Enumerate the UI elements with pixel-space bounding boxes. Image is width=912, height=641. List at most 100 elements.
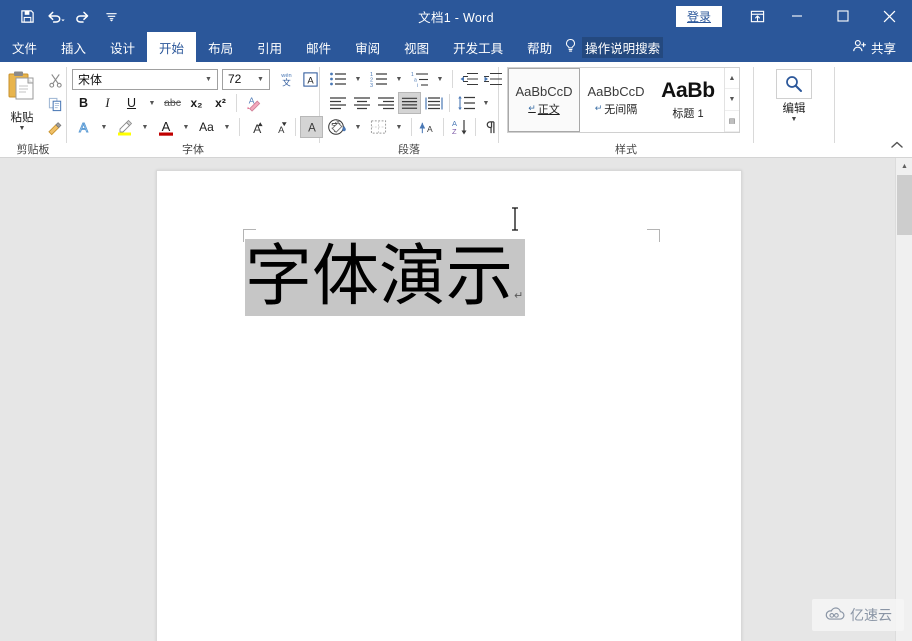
underline-dropdown-caret[interactable]: ▼ xyxy=(144,92,160,114)
italic-button[interactable]: I xyxy=(96,92,119,114)
svg-text:A: A xyxy=(79,120,88,135)
text-effects-icon[interactable]: A xyxy=(72,116,95,138)
scroll-up-icon[interactable]: ▲ xyxy=(896,158,912,175)
gallery-more-icon[interactable]: ▤ xyxy=(725,111,739,132)
word-window: 文档1 - Word 登录 文件 插入 设计 开始 布局 引用 邮件 审阅 视图… xyxy=(0,0,912,641)
paste-icon xyxy=(5,69,39,108)
clear-formatting-icon[interactable]: A xyxy=(241,92,264,114)
tab-help[interactable]: 帮助 xyxy=(515,32,564,62)
customize-qat-icon[interactable] xyxy=(98,4,124,28)
font-color-caret[interactable]: ▼ xyxy=(178,116,194,138)
superscript-button[interactable]: x² xyxy=(209,92,232,114)
subscript-button[interactable]: x₂ xyxy=(185,92,208,114)
quick-access-toolbar xyxy=(0,4,124,28)
collapse-ribbon-icon[interactable] xyxy=(890,140,904,152)
ribbon-display-options-icon[interactable] xyxy=(740,0,774,32)
editing-dropdown-caret[interactable]: ▼ xyxy=(791,117,798,123)
tab-references[interactable]: 引用 xyxy=(245,32,294,62)
align-left-icon[interactable] xyxy=(326,92,349,114)
highlight-color-icon[interactable] xyxy=(113,116,136,138)
chevron-down-icon[interactable]: ▼ xyxy=(202,76,215,83)
line-spacing-caret[interactable]: ▼ xyxy=(478,92,494,114)
align-right-icon[interactable] xyxy=(374,92,397,114)
ribbon: 粘贴 ▼ 剪贴板 xyxy=(0,62,912,158)
borders-caret[interactable]: ▼ xyxy=(391,116,407,138)
font-name-combo[interactable]: 宋体 ▼ xyxy=(72,69,218,90)
tab-developer[interactable]: 开发工具 xyxy=(441,32,515,62)
group-label-font: 字体 xyxy=(67,140,319,158)
numbering-icon[interactable]: 123 xyxy=(367,68,390,90)
font-color-icon[interactable]: A xyxy=(154,116,177,138)
svg-text:A: A xyxy=(452,119,457,128)
numbering-caret[interactable]: ▼ xyxy=(391,68,407,90)
cut-icon[interactable] xyxy=(44,70,66,91)
scrollbar-thumb[interactable] xyxy=(897,175,912,235)
multilevel-caret[interactable]: ▼ xyxy=(432,68,448,90)
change-case-caret[interactable]: ▼ xyxy=(219,116,235,138)
style-item-heading1[interactable]: AaBb 标题 1 xyxy=(652,68,724,132)
multilevel-list-icon[interactable]: 1ai xyxy=(408,68,431,90)
redo-icon[interactable] xyxy=(70,4,96,28)
tab-layout[interactable]: 布局 xyxy=(196,32,245,62)
chevron-down-icon[interactable]: ▼ xyxy=(254,76,267,83)
document-page[interactable]: 字体演示 ↵ xyxy=(156,170,742,641)
tab-file[interactable]: 文件 xyxy=(0,32,49,62)
document-text: 字体演示 xyxy=(245,241,513,312)
vertical-scrollbar[interactable]: ▲ xyxy=(895,158,912,641)
editing-button[interactable]: 编辑 ▼ xyxy=(766,65,822,123)
save-icon[interactable] xyxy=(14,4,40,28)
maximize-button[interactable] xyxy=(820,0,866,32)
underline-button[interactable]: U xyxy=(120,92,143,114)
gallery-scroll-down-icon[interactable]: ▼ xyxy=(725,89,739,110)
minimize-button[interactable] xyxy=(774,0,820,32)
editing-label: 编辑 xyxy=(783,100,806,116)
share-button[interactable]: 共享 xyxy=(852,32,912,62)
bullets-caret[interactable]: ▼ xyxy=(350,68,366,90)
tab-review[interactable]: 审阅 xyxy=(343,32,392,62)
group-label-paragraph: 段落 xyxy=(320,140,498,158)
paragraph-shading-icon[interactable] xyxy=(326,116,349,138)
style-item-no-spacing[interactable]: AaBbCcD ↵ 无间隔 xyxy=(580,68,652,132)
tab-mailings[interactable]: 邮件 xyxy=(294,32,343,62)
format-painter-icon[interactable] xyxy=(44,118,66,139)
phonetic-guide-icon[interactable]: wén文 xyxy=(275,68,298,90)
bold-button[interactable]: B xyxy=(72,92,95,114)
character-border-icon[interactable]: A xyxy=(299,68,322,90)
group-paragraph: ▼ 123 ▼ 1ai ▼ xyxy=(320,62,498,158)
paragraph-shading-caret[interactable]: ▼ xyxy=(350,116,366,138)
divider xyxy=(834,67,835,143)
grow-font-icon[interactable]: A xyxy=(244,116,267,138)
font-size-combo[interactable]: 72 ▼ xyxy=(222,69,270,90)
tab-design[interactable]: 设计 xyxy=(98,32,147,62)
style-name: ↵ 无间隔 xyxy=(595,101,638,117)
text-effects-caret[interactable]: ▼ xyxy=(96,116,112,138)
tab-view[interactable]: 视图 xyxy=(392,32,441,62)
sort-az-icon[interactable]: AZ xyxy=(448,116,471,138)
bullets-icon[interactable] xyxy=(326,68,349,90)
gallery-scroll-up-icon[interactable]: ▲ xyxy=(725,68,739,89)
document-paragraph[interactable]: 字体演示 ↵ xyxy=(245,239,525,316)
justify-icon[interactable] xyxy=(398,92,421,114)
close-button[interactable] xyxy=(866,0,912,32)
tell-me-search[interactable]: 操作说明搜索 xyxy=(564,32,673,62)
line-spacing-icon[interactable] xyxy=(454,92,477,114)
divider xyxy=(475,118,476,136)
sign-in-button[interactable]: 登录 xyxy=(676,6,722,27)
styles-gallery-scroll[interactable]: ▲ ▼ ▤ xyxy=(724,68,739,132)
decrease-indent-icon[interactable] xyxy=(457,68,480,90)
highlight-caret[interactable]: ▼ xyxy=(137,116,153,138)
tab-insert[interactable]: 插入 xyxy=(49,32,98,62)
strikethrough-button[interactable]: abc xyxy=(161,92,184,114)
borders-icon[interactable] xyxy=(367,116,390,138)
copy-icon[interactable] xyxy=(44,94,66,115)
shrink-font-icon[interactable]: A xyxy=(268,116,291,138)
sort-asian-icon[interactable]: A xyxy=(416,116,439,138)
style-item-normal[interactable]: AaBbCcD ↵ 正文 xyxy=(508,68,580,132)
align-center-icon[interactable] xyxy=(350,92,373,114)
paste-dropdown-caret[interactable]: ▼ xyxy=(19,126,26,132)
undo-icon[interactable] xyxy=(42,4,68,28)
paste-button[interactable]: 粘贴 ▼ xyxy=(0,65,44,132)
tab-home[interactable]: 开始 xyxy=(147,32,196,62)
distribute-icon[interactable] xyxy=(422,92,445,114)
change-case-button[interactable]: Aa xyxy=(195,116,218,138)
